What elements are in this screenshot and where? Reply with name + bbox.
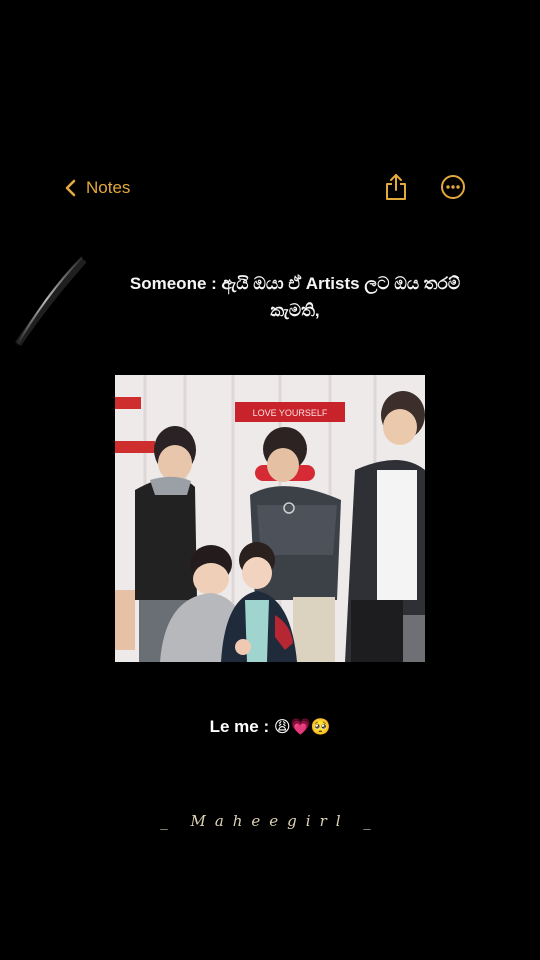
quote-line-1: Someone : ඇයි ඔයා ඒ Artists ලට ඔය තරම් (129, 274, 461, 293)
group-photo-illustration: LOVE YOURSELF (115, 375, 425, 662)
back-button-label: Notes (86, 178, 131, 197)
ellipsis-circle-icon[interactable] (439, 173, 467, 201)
reply-label: Le me : (209, 717, 270, 736)
chevron-left-icon (65, 179, 76, 197)
top-toolbar: Notes (0, 168, 540, 208)
quote-line-2: කැමති, (270, 301, 320, 320)
banner-text: LOVE YOURSELF (253, 408, 328, 418)
reply-line: Le me : 😩💗🥺 (0, 717, 540, 737)
signature-text: _ Maheegirl _ (160, 812, 380, 830)
note-quote: Someone : ඇයි ඔයා ඒ Artists ලට ඔය තරම් ක… (110, 270, 480, 324)
red-banner-left-top (115, 397, 141, 409)
red-banner-left (115, 441, 155, 453)
reply-emojis: 😩💗🥺 (273, 717, 331, 736)
light-streak-decoration (15, 256, 87, 348)
back-button[interactable]: Notes (62, 174, 130, 202)
embedded-photo[interactable]: LOVE YOURSELF (115, 375, 425, 662)
share-icon[interactable] (382, 172, 410, 202)
